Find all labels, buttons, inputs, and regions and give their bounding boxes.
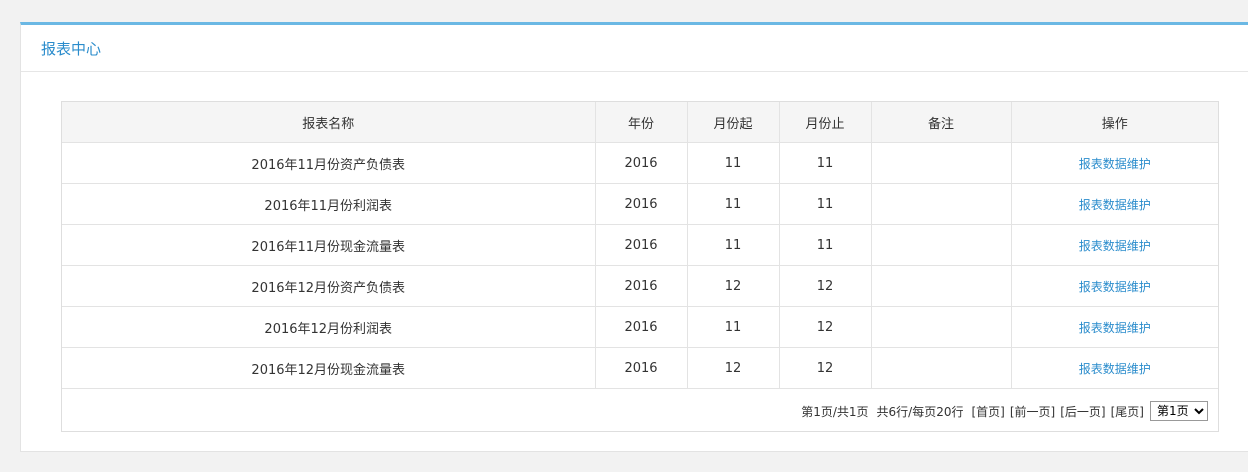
cell-month-start: 11 <box>687 224 780 266</box>
report-table: 报表名称 年份 月份起 月份止 备注 操作 2016年11月份资产负债表 201… <box>62 102 1218 389</box>
cell-action: 报表数据维护 <box>1011 224 1218 266</box>
cell-month-end: 11 <box>779 142 872 184</box>
cell-action: 报表数据维护 <box>1011 183 1218 225</box>
cell-month-start: 11 <box>687 183 780 225</box>
maintain-data-link[interactable]: 报表数据维护 <box>1079 239 1151 253</box>
cell-month-end: 11 <box>779 224 872 266</box>
cell-year: 2016 <box>595 306 688 348</box>
maintain-data-link[interactable]: 报表数据维护 <box>1079 280 1151 294</box>
cell-action: 报表数据维护 <box>1011 142 1218 184</box>
header-report-name: 报表名称 <box>62 102 596 143</box>
page-info: 第1页/共1页 <box>801 404 869 419</box>
cell-year: 2016 <box>595 347 688 389</box>
first-page-link[interactable]: [首页] <box>972 403 1005 420</box>
table-row: 2016年12月份利润表 2016 11 12 报表数据维护 <box>62 306 1218 348</box>
last-page-link[interactable]: [尾页] <box>1111 403 1144 420</box>
table-row: 2016年11月份资产负债表 2016 11 11 报表数据维护 <box>62 142 1218 184</box>
cell-month-start: 12 <box>687 347 780 389</box>
table-row: 2016年12月份现金流量表 2016 12 12 报表数据维护 <box>62 347 1218 389</box>
panel-title: 报表中心 <box>41 39 102 58</box>
row-info: 共6行/每页20行 <box>876 404 964 419</box>
cell-year: 2016 <box>595 224 688 266</box>
cell-year: 2016 <box>595 142 688 184</box>
table-row: 2016年11月份利润表 2016 11 11 报表数据维护 <box>62 183 1218 225</box>
maintain-data-link[interactable]: 报表数据维护 <box>1079 321 1151 335</box>
cell-note <box>871 224 1012 266</box>
cell-report-name: 2016年11月份利润表 <box>62 183 596 225</box>
table-row: 2016年11月份现金流量表 2016 11 11 报表数据维护 <box>62 224 1218 266</box>
report-center-panel: 报表中心 报表名称 年份 月份起 月份止 备注 操作 2016年11月份资产负债… <box>20 22 1248 452</box>
cell-report-name: 2016年11月份现金流量表 <box>62 224 596 266</box>
cell-report-name: 2016年12月份利润表 <box>62 306 596 348</box>
header-year: 年份 <box>595 102 688 143</box>
table-row: 2016年12月份资产负债表 2016 12 12 报表数据维护 <box>62 265 1218 307</box>
header-action: 操作 <box>1011 102 1218 143</box>
header-month-end: 月份止 <box>779 102 872 143</box>
header-month-start: 月份起 <box>687 102 780 143</box>
pagination-bar: 第1页/共1页 共6行/每页20行 [首页] [前一页] [后一页] [尾页] … <box>796 401 1208 421</box>
cell-action: 报表数据维护 <box>1011 306 1218 348</box>
cell-report-name: 2016年11月份资产负债表 <box>62 142 596 184</box>
cell-year: 2016 <box>595 183 688 225</box>
cell-month-start: 11 <box>687 142 780 184</box>
maintain-data-link[interactable]: 报表数据维护 <box>1079 157 1151 171</box>
cell-month-start: 11 <box>687 306 780 348</box>
maintain-data-link[interactable]: 报表数据维护 <box>1079 362 1151 376</box>
next-page-link[interactable]: [后一页] <box>1060 403 1105 420</box>
cell-note <box>871 265 1012 307</box>
cell-note <box>871 142 1012 184</box>
cell-action: 报表数据维护 <box>1011 347 1218 389</box>
page-select[interactable]: 第1页 <box>1150 401 1208 421</box>
cell-note <box>871 183 1012 225</box>
maintain-data-link[interactable]: 报表数据维护 <box>1079 198 1151 212</box>
cell-month-end: 12 <box>779 265 872 307</box>
cell-month-end: 11 <box>779 183 872 225</box>
cell-month-end: 12 <box>779 347 872 389</box>
table-header-row: 报表名称 年份 月份起 月份止 备注 操作 <box>62 102 1218 143</box>
cell-action: 报表数据维护 <box>1011 265 1218 307</box>
cell-month-start: 12 <box>687 265 780 307</box>
cell-report-name: 2016年12月份资产负债表 <box>62 265 596 307</box>
header-note: 备注 <box>871 102 1012 143</box>
cell-month-end: 12 <box>779 306 872 348</box>
cell-year: 2016 <box>595 265 688 307</box>
panel-header: 报表中心 <box>21 25 1248 72</box>
cell-report-name: 2016年12月份现金流量表 <box>62 347 596 389</box>
prev-page-link[interactable]: [前一页] <box>1010 403 1055 420</box>
cell-note <box>871 347 1012 389</box>
report-grid: 报表名称 年份 月份起 月份止 备注 操作 2016年11月份资产负债表 201… <box>61 101 1219 432</box>
cell-note <box>871 306 1012 348</box>
